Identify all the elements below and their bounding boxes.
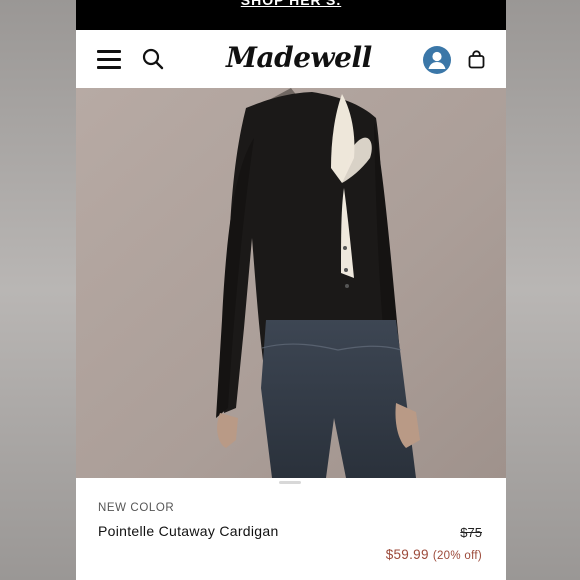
product-info: NEW COLOR Pointelle Cutaway Cardigan $75…: [76, 490, 506, 580]
product-image[interactable]: [76, 88, 506, 478]
original-price: $75: [460, 525, 482, 540]
sale-price-line: $59.99 (20% off): [386, 547, 482, 562]
product-photo-illustration: [76, 88, 506, 478]
brand-logo[interactable]: Madewell: [226, 40, 372, 76]
account-icon[interactable]: [423, 46, 451, 74]
promo-text[interactable]: SHOP HER'S.: [76, 0, 506, 8]
promo-banner[interactable]: SHOP HER'S.: [76, 0, 506, 30]
shopping-bag-icon[interactable]: [468, 50, 485, 69]
site-header: Madewell: [76, 30, 506, 88]
discount-label: (20% off): [432, 550, 482, 562]
background-right: [506, 0, 580, 580]
background-left: [0, 0, 76, 580]
phone-screen: SHOP HER'S. Madewell NEW COLOR Pointelle…: [76, 0, 506, 580]
search-icon[interactable]: [142, 48, 164, 70]
product-name[interactable]: Pointelle Cutaway Cardigan: [98, 523, 279, 539]
menu-icon[interactable]: [97, 50, 121, 69]
sale-price: $59.99: [385, 547, 429, 562]
new-color-badge: NEW COLOR: [98, 502, 175, 514]
carousel-indicator[interactable]: [279, 481, 301, 484]
